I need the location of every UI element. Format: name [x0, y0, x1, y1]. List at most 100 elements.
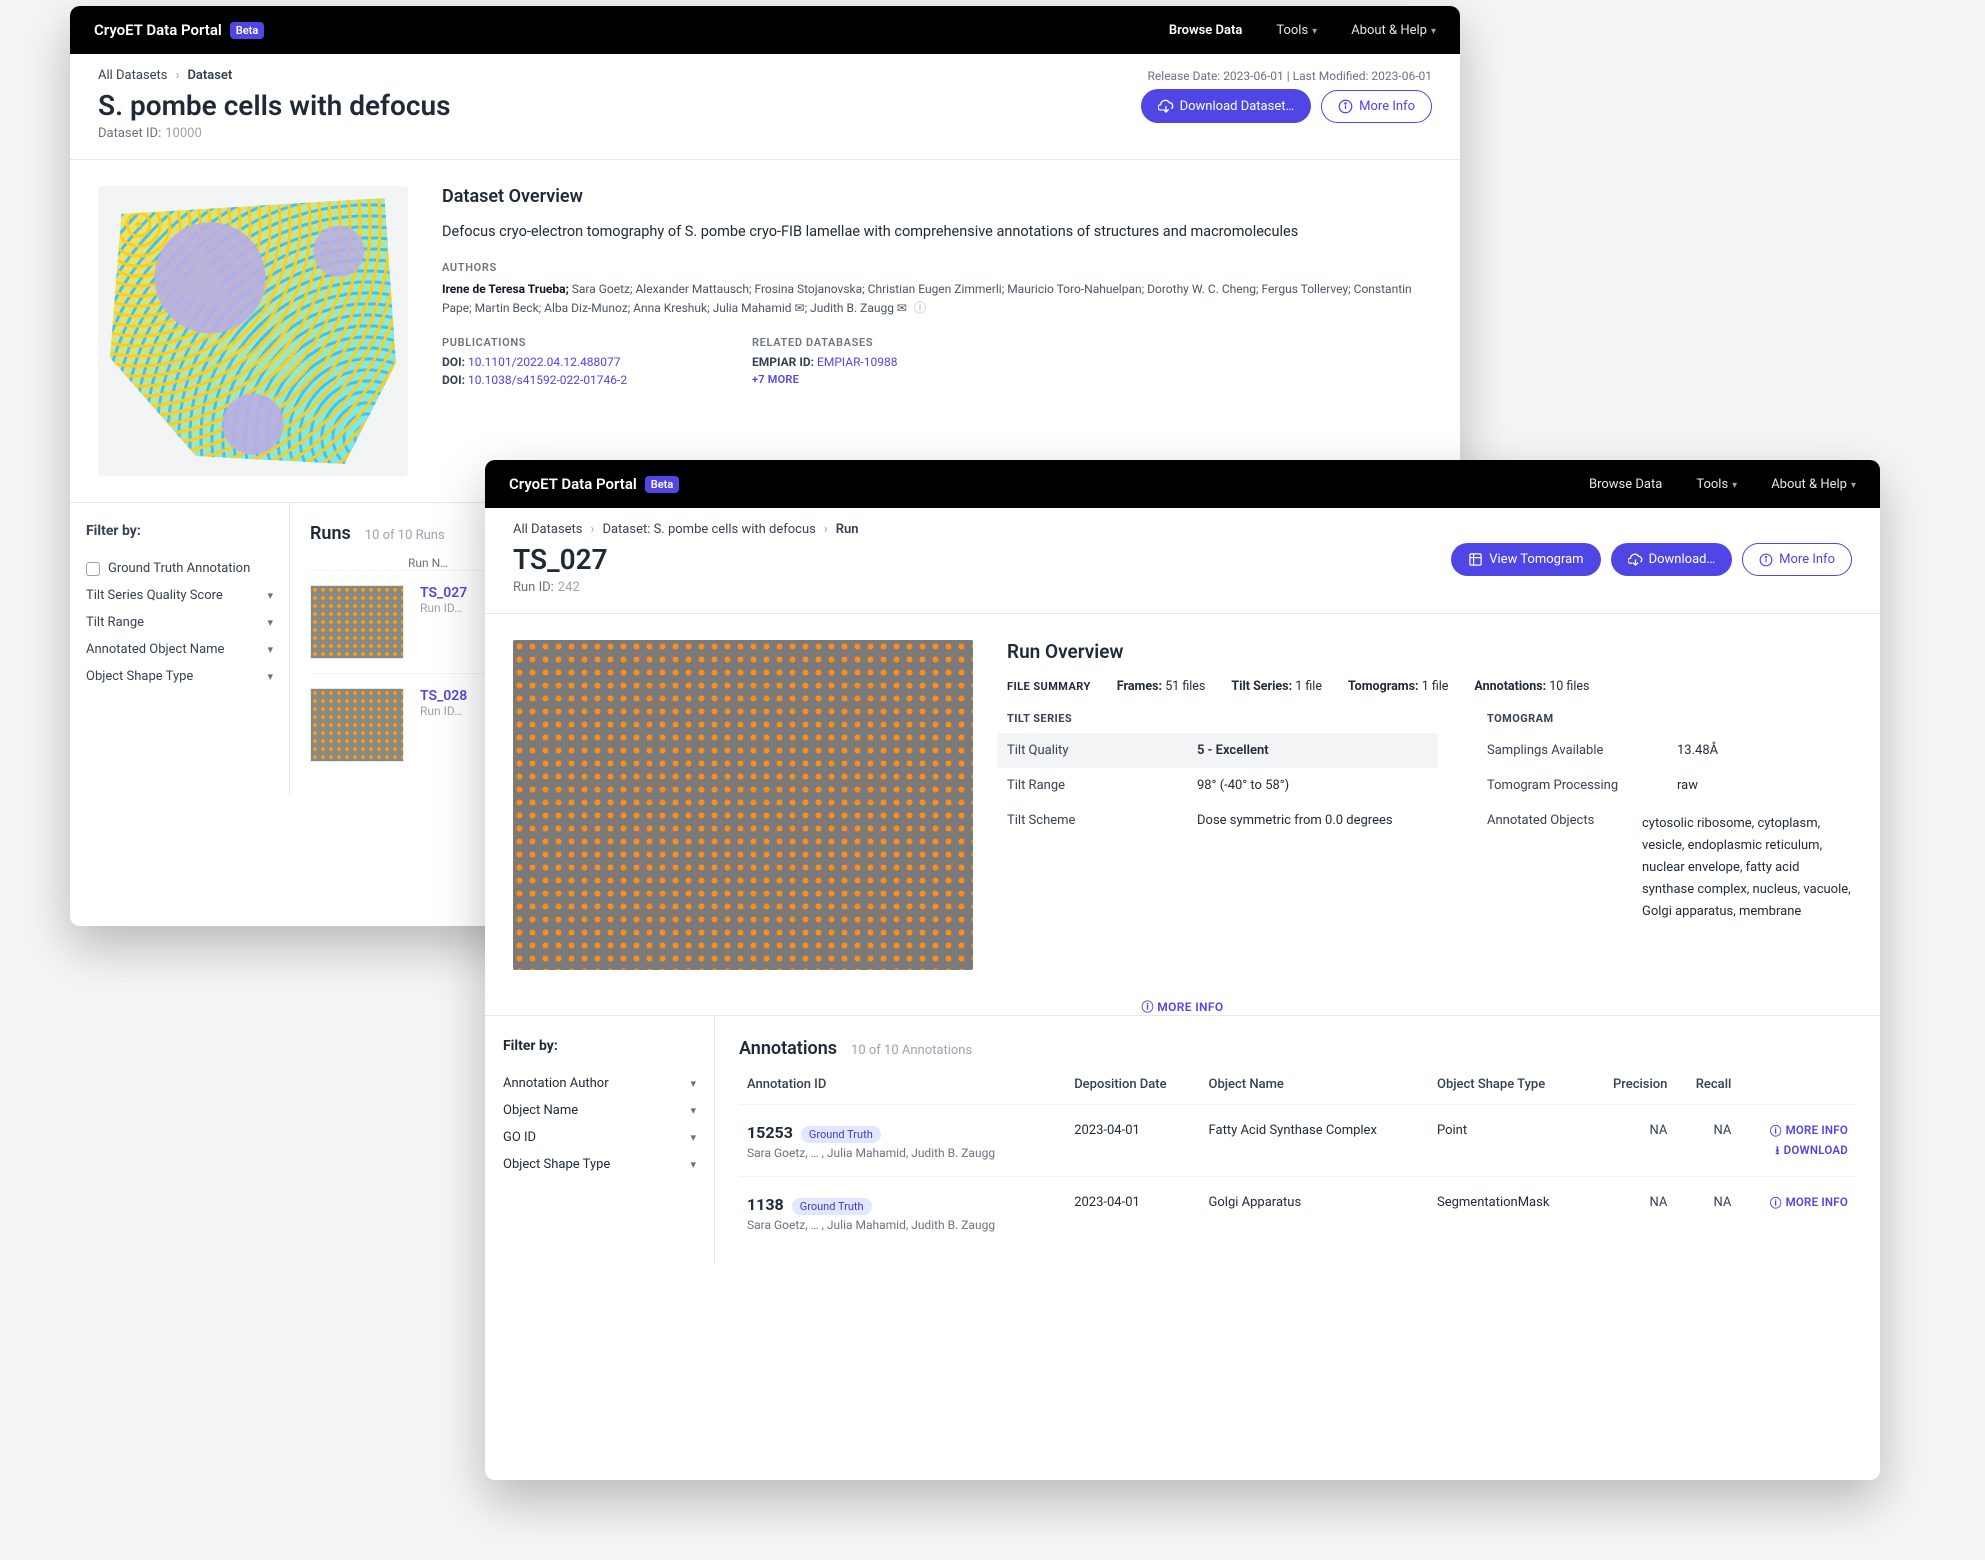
run-thumbnail	[310, 585, 404, 659]
page-title: TS_027	[513, 543, 608, 576]
column-header: Deposition Date	[1066, 1071, 1200, 1105]
filter-row[interactable]: Annotation Author▾	[503, 1070, 696, 1097]
cloud-download-icon	[1628, 552, 1643, 567]
chevron-down-icon: ▾	[267, 616, 273, 629]
run-thumbnail	[310, 688, 404, 762]
beta-badge: Beta	[230, 22, 265, 39]
grid-icon	[1468, 552, 1483, 567]
doi-link[interactable]: 10.1038/s41592-022-01746-2	[468, 373, 627, 387]
cloud-download-icon	[1158, 98, 1174, 114]
chevron-right-icon: ›	[591, 522, 595, 537]
overview-heading: Dataset Overview	[442, 186, 1432, 207]
tilt-series-label: TILT SERIES	[1007, 712, 1427, 725]
run-name[interactable]: TS_028	[420, 688, 467, 704]
top-nav: Browse Data Tools▾ About & Help▾	[1169, 23, 1436, 38]
empiar-link[interactable]: EMPIAR-10988	[817, 355, 898, 369]
tomogram-label: TOMOGRAM	[1487, 712, 1852, 725]
download-dataset-button[interactable]: Download Dataset…	[1141, 89, 1312, 123]
filter-heading: Filter by:	[86, 523, 273, 539]
filter-row[interactable]: Tilt Series Quality Score▾	[86, 582, 273, 609]
dataset-overview: Dataset Overview Defocus cryo-electron t…	[70, 160, 1460, 502]
annotations-count: 10 of 10 Annotations	[851, 1043, 972, 1058]
annotation-id: 1138	[747, 1195, 784, 1214]
filter-row[interactable]: Annotated Object Name▾	[86, 636, 273, 663]
annotation-row: 1138Ground Truth Sara Goetz, … , Julia M…	[739, 1177, 1856, 1243]
chevron-down-icon: ▾	[690, 1158, 696, 1171]
row-download[interactable]: ⭳ DOWNLOAD	[1747, 1143, 1848, 1162]
doi-row: DOI: 10.1101/2022.04.12.488077	[442, 355, 692, 369]
more-info-button[interactable]: More Info	[1742, 543, 1852, 576]
annotation-authors: Sara Goetz, … , Julia Mahamid, Judith B.…	[747, 1146, 1058, 1160]
chevron-right-icon: ›	[176, 68, 180, 83]
beta-badge: Beta	[645, 476, 680, 493]
nav-about[interactable]: About & Help▾	[1351, 23, 1436, 38]
page-header: S. pombe cells with defocus Dataset ID:1…	[70, 83, 1460, 160]
more-databases-link[interactable]: +7 MORE	[752, 373, 1002, 386]
object-name: Fatty Acid Synthase Complex	[1201, 1105, 1429, 1177]
doi-row: DOI: 10.1038/s41592-022-01746-2	[442, 373, 692, 387]
dataset-thumbnail	[98, 186, 408, 476]
run-filters: Filter by: Ground Truth Annotation Tilt …	[70, 503, 290, 796]
runs-title: Runs	[310, 523, 351, 544]
column-header: Object Shape Type	[1429, 1071, 1588, 1105]
info-icon: ⓘ	[1770, 1195, 1782, 1211]
breadcrumb-bar: All Datasets › Dataset Release Date: 202…	[70, 54, 1460, 83]
filter-row[interactable]: Object Shape Type▾	[503, 1151, 696, 1178]
breadcrumb-root[interactable]: All Datasets	[98, 68, 168, 83]
column-header: Precision	[1588, 1071, 1675, 1105]
object-name: Golgi Apparatus	[1201, 1177, 1429, 1243]
filter-row[interactable]: Tilt Range▾	[86, 609, 273, 636]
release-dates: Release Date: 2023-06-01 | Last Modified…	[1148, 69, 1432, 83]
authors-list: Irene de Teresa Trueba; Sara Goetz; Alex…	[442, 280, 1432, 317]
row-more-info[interactable]: ⓘ MORE INFO	[1747, 1123, 1848, 1139]
recall-value: NA	[1675, 1105, 1739, 1177]
breadcrumb-bar: All Datasets › Dataset: S. pombe cells w…	[485, 508, 1880, 537]
doi-link[interactable]: 10.1101/2022.04.12.488077	[468, 355, 621, 369]
filter-heading: Filter by:	[503, 1038, 696, 1054]
chevron-down-icon: ▾	[690, 1077, 696, 1090]
run-window: CryoET Data Portal Beta Browse Data Tool…	[485, 460, 1880, 1480]
chevron-down-icon: ▾	[1312, 26, 1317, 37]
breadcrumb-root[interactable]: All Datasets	[513, 522, 583, 537]
top-nav: Browse Data Tools▾ About & Help▾	[1589, 477, 1856, 492]
filter-row[interactable]: Object Name▾	[503, 1097, 696, 1124]
annotations-section: Filter by: Annotation Author▾Object Name…	[485, 1015, 1880, 1264]
chevron-down-icon: ▾	[1732, 480, 1737, 491]
topbar: CryoET Data Portal Beta Browse Data Tool…	[485, 460, 1880, 508]
run-name[interactable]: TS_027	[420, 585, 467, 601]
authors-label: AUTHORS	[442, 261, 1432, 274]
file-summary: FILE SUMMARY Frames: 51 files Tilt Serie…	[1007, 679, 1852, 694]
filter-row[interactable]: GO ID▾	[503, 1124, 696, 1151]
chevron-down-icon: ▾	[690, 1104, 696, 1117]
filter-row[interactable]: Object Shape Type▾	[86, 663, 273, 690]
nav-about[interactable]: About & Help▾	[1771, 477, 1856, 492]
info-icon	[1338, 99, 1353, 114]
row-more-info[interactable]: ⓘ MORE INFO	[1747, 1195, 1848, 1211]
deposition-date: 2023-04-01	[1066, 1105, 1200, 1177]
run-overview: Run Overview FILE SUMMARY Frames: 51 fil…	[485, 614, 1880, 984]
more-info-button[interactable]: More Info	[1321, 90, 1432, 123]
chevron-down-icon: ▾	[1431, 26, 1436, 37]
chevron-down-icon: ▾	[267, 643, 273, 656]
info-icon	[1759, 553, 1773, 567]
column-header	[1739, 1071, 1856, 1105]
column-header: Annotation ID	[739, 1071, 1066, 1105]
nav-browse[interactable]: Browse Data	[1169, 23, 1242, 38]
breadcrumb-dataset[interactable]: Dataset: S. pombe cells with defocus	[602, 522, 815, 537]
run-id-sub: Run ID…	[420, 601, 467, 615]
nav-browse[interactable]: Browse Data	[1589, 477, 1662, 492]
dataset-id: Dataset ID:10000	[98, 126, 450, 141]
download-icon: ⭳	[1775, 1143, 1779, 1162]
more-info-expand[interactable]: ⓘ MORE INFO	[485, 996, 1880, 1015]
info-icon: ⓘ	[1142, 1000, 1158, 1014]
annotation-row: 15253Ground Truth Sara Goetz, … , Julia …	[739, 1105, 1856, 1177]
checkbox-icon[interactable]	[86, 562, 100, 576]
nav-tools[interactable]: Tools▾	[1696, 477, 1737, 492]
filter-ground-truth[interactable]: Ground Truth Annotation	[86, 555, 273, 582]
column-header: Object Name	[1201, 1071, 1429, 1105]
chevron-down-icon: ▾	[267, 670, 273, 683]
view-tomogram-button[interactable]: View Tomogram	[1451, 543, 1600, 576]
info-icon[interactable]: ⓘ	[914, 299, 926, 318]
download-run-button[interactable]: Download…	[1611, 543, 1733, 576]
nav-tools[interactable]: Tools▾	[1276, 23, 1317, 38]
